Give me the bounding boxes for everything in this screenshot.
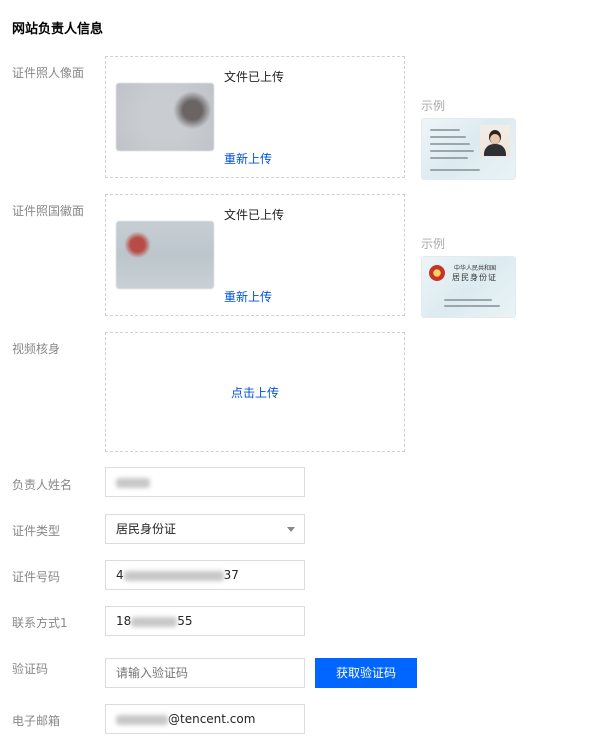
- id-front-upload-box[interactable]: 文件已上传 重新上传: [105, 56, 405, 178]
- redacted-id-number: [123, 570, 224, 581]
- id-number-prefix: 4: [116, 568, 124, 582]
- video-upload-link[interactable]: 点击上传: [106, 384, 404, 401]
- chevron-down-icon: [287, 527, 295, 532]
- name-label: 负责人姓名: [12, 478, 73, 492]
- id-back-label: 证件照国徽面: [12, 204, 85, 218]
- email-label: 电子邮箱: [12, 714, 61, 728]
- section-title: 网站负责人信息: [12, 22, 104, 37]
- email-suffix: @tencent.com: [168, 712, 256, 726]
- contact-label: 联系方式1: [12, 616, 68, 630]
- portrait-photo: [480, 125, 510, 157]
- id-back-example-label: 示例: [421, 237, 446, 251]
- card-country-text: 中华人民共和国: [454, 265, 497, 272]
- id-front-label: 证件照人像面: [12, 66, 85, 80]
- verify-label: 验证码: [12, 662, 49, 676]
- email-input[interactable]: @tencent.com: [105, 704, 305, 734]
- video-label: 视频核身: [12, 342, 61, 356]
- redacted-email-user: [116, 714, 168, 725]
- id-front-example-label: 示例: [421, 99, 446, 113]
- verify-code-input[interactable]: [105, 658, 305, 688]
- id-front-example-image: [421, 118, 516, 180]
- id-type-select[interactable]: 居民身份证: [105, 514, 305, 544]
- id-back-upload-box[interactable]: 文件已上传 重新上传: [105, 194, 405, 316]
- get-code-button[interactable]: 获取验证码: [315, 658, 417, 688]
- redacted-name: [116, 477, 150, 488]
- name-input[interactable]: [105, 467, 305, 497]
- id-number-suffix: 37: [223, 568, 239, 582]
- redacted-phone: [131, 616, 178, 627]
- contact-suffix: 55: [177, 614, 193, 628]
- contact-input[interactable]: 18 55: [105, 606, 305, 636]
- national-emblem-icon: [429, 265, 445, 281]
- video-upload-box[interactable]: 点击上传: [105, 332, 405, 452]
- id-back-reupload-link[interactable]: 重新上传: [224, 288, 272, 305]
- id-front-reupload-link[interactable]: 重新上传: [224, 150, 272, 167]
- id-back-example-image: 中华人民共和国 居民身份证: [421, 256, 516, 318]
- id-front-thumbnail: [116, 83, 214, 151]
- contact-prefix: 18: [116, 614, 132, 628]
- id-type-value: 居民身份证: [116, 522, 177, 536]
- id-back-thumbnail: [116, 221, 214, 289]
- id-front-status: 文件已上传: [224, 70, 285, 84]
- id-back-status: 文件已上传: [224, 208, 285, 222]
- card-title-text: 居民身份证: [452, 273, 497, 282]
- id-number-input[interactable]: 4 37: [105, 560, 305, 590]
- id-number-label: 证件号码: [12, 570, 61, 584]
- id-type-label: 证件类型: [12, 524, 61, 538]
